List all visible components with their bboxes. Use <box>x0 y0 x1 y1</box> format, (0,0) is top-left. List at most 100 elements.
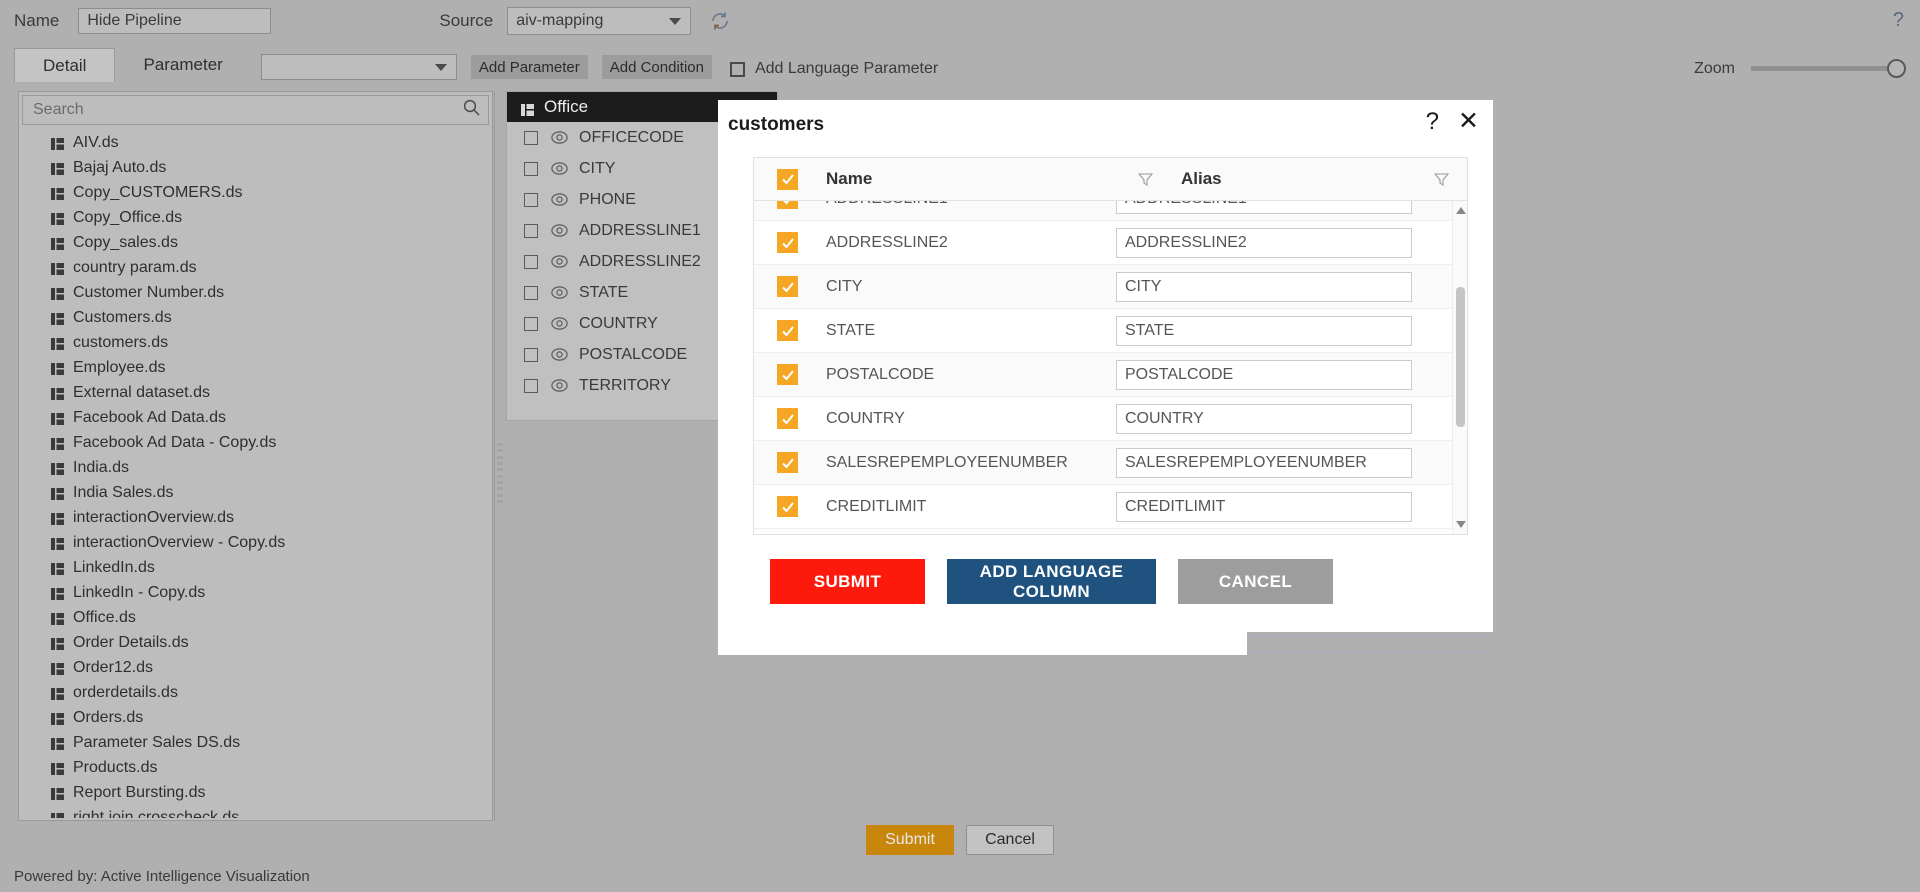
row-checkbox[interactable] <box>777 452 798 473</box>
dataset-file-item[interactable]: Orders.ds <box>19 705 492 730</box>
dataset-file-item[interactable]: India.ds <box>19 455 492 480</box>
dataset-file-item[interactable]: Office.ds <box>19 605 492 630</box>
eye-icon[interactable] <box>551 224 568 237</box>
filter-icon-name[interactable] <box>1137 172 1154 187</box>
table-row[interactable]: COUNTRY <box>754 397 1467 441</box>
page-submit-button[interactable]: Submit <box>866 825 954 855</box>
row-checkbox[interactable] <box>777 201 798 209</box>
dataset-file-item[interactable]: Products.ds <box>19 755 492 780</box>
row-checkbox[interactable] <box>777 232 798 253</box>
row-alias-input[interactable] <box>1116 315 1412 346</box>
table-row[interactable]: POSTALCODE <box>754 353 1467 397</box>
eye-icon[interactable] <box>551 379 568 392</box>
eye-icon[interactable] <box>551 193 568 206</box>
dataset-file-item[interactable]: Order Details.ds <box>19 630 492 655</box>
dataset-file-item[interactable]: Bajaj Auto.ds <box>19 155 492 180</box>
dataset-file-item[interactable]: Copy_CUSTOMERS.ds <box>19 180 492 205</box>
dataset-file-item[interactable]: Facebook Ad Data.ds <box>19 405 492 430</box>
tab-detail[interactable]: Detail <box>14 48 116 82</box>
modal-help-icon[interactable]: ? <box>1426 110 1439 134</box>
scroll-down-icon[interactable] <box>1456 521 1466 528</box>
eye-icon[interactable] <box>551 286 568 299</box>
row-alias-input[interactable] <box>1116 403 1412 434</box>
dataset-file-item[interactable]: AIV.ds <box>19 130 492 155</box>
modal-close-icon[interactable]: ✕ <box>1458 109 1479 134</box>
row-alias-input[interactable] <box>1116 359 1412 390</box>
row-alias-input[interactable] <box>1116 227 1412 258</box>
dataset-file-item[interactable]: External dataset.ds <box>19 380 492 405</box>
office-field-checkbox[interactable] <box>524 130 538 145</box>
office-field-checkbox[interactable] <box>524 161 538 176</box>
dataset-file-item[interactable]: LinkedIn - Copy.ds <box>19 580 492 605</box>
add-language-parameter-row[interactable]: Add Language Parameter <box>729 60 938 78</box>
dataset-file-item[interactable]: Parameter Sales DS.ds <box>19 730 492 755</box>
dataset-file-item[interactable]: Order12.ds <box>19 655 492 680</box>
row-alias-input[interactable] <box>1116 271 1412 302</box>
office-field-checkbox[interactable] <box>524 316 538 331</box>
scroll-up-icon[interactable] <box>1456 207 1466 214</box>
dataset-file-item[interactable]: right join crosscheck.ds <box>19 805 492 818</box>
refresh-icon[interactable] <box>709 10 731 32</box>
office-field-checkbox[interactable] <box>524 285 538 300</box>
eye-icon[interactable] <box>551 255 568 268</box>
add-language-parameter-checkbox[interactable] <box>729 61 745 77</box>
modal-submit-button[interactable]: SUBMIT <box>770 559 925 604</box>
parameter-select[interactable] <box>260 54 457 80</box>
office-field-checkbox[interactable] <box>524 223 538 238</box>
search-icon[interactable] <box>463 99 480 121</box>
office-field-checkbox[interactable] <box>524 347 538 362</box>
dataset-file-item[interactable]: Copy_Office.ds <box>19 205 492 230</box>
source-select[interactable]: aiv-mapping <box>507 7 692 35</box>
help-icon[interactable]: ? <box>1893 9 1904 32</box>
table-row[interactable]: SALESREPEMPLOYEENUMBER <box>754 441 1467 485</box>
row-alias-input[interactable] <box>1116 491 1412 522</box>
add-parameter-button[interactable]: Add Parameter <box>470 55 588 79</box>
select-all-checkbox[interactable] <box>777 168 798 190</box>
search-input[interactable] <box>31 100 463 120</box>
office-field-checkbox[interactable] <box>524 192 538 207</box>
search-box[interactable] <box>22 95 489 125</box>
dataset-file-item[interactable]: Facebook Ad Data - Copy.ds <box>19 430 492 455</box>
row-checkbox[interactable] <box>777 364 798 385</box>
zoom-slider-thumb[interactable] <box>1887 59 1906 78</box>
row-checkbox[interactable] <box>777 496 798 517</box>
dataset-file-item[interactable]: interactionOverview - Copy.ds <box>19 530 492 555</box>
dataset-file-item[interactable]: orderdetails.ds <box>19 680 492 705</box>
dataset-file-item[interactable]: interactionOverview.ds <box>19 505 492 530</box>
dataset-file-list[interactable]: AIV.ds Bajaj Auto.ds Copy_CUSTOMERS.ds Copy… <box>19 128 492 818</box>
dataset-file-item[interactable]: Employee.ds <box>19 355 492 380</box>
zoom-slider-track[interactable] <box>1751 66 1891 71</box>
splitter-grip[interactable] <box>497 443 505 503</box>
table-row[interactable]: STATE <box>754 309 1467 353</box>
table-scrollbar[interactable] <box>1452 201 1467 534</box>
add-language-column-button[interactable]: ADD LANGUAGE COLUMN <box>947 559 1156 604</box>
scrollbar-thumb[interactable] <box>1456 287 1465 427</box>
row-checkbox[interactable] <box>777 320 798 341</box>
table-row[interactable]: ADDRESSLINE2 <box>754 221 1467 265</box>
table-body[interactable]: ADDRESSLINE1 ADDRESSLINE2 CITY STATE POSTALC… <box>754 201 1467 534</box>
dataset-file-item[interactable]: Customer Number.ds <box>19 280 492 305</box>
eye-icon[interactable] <box>551 131 568 144</box>
tab-parameter[interactable]: Parameter <box>115 48 250 82</box>
row-checkbox[interactable] <box>777 276 798 297</box>
office-field-checkbox[interactable] <box>524 378 538 393</box>
eye-icon[interactable] <box>551 348 568 361</box>
eye-icon[interactable] <box>551 317 568 330</box>
table-row[interactable]: ADDRESSLINE1 <box>754 201 1467 221</box>
dataset-file-item[interactable]: India Sales.ds <box>19 480 492 505</box>
dataset-file-item[interactable]: LinkedIn.ds <box>19 555 492 580</box>
table-row[interactable]: CITY <box>754 265 1467 309</box>
eye-icon[interactable] <box>551 162 568 175</box>
table-row[interactable]: CREDITLIMIT <box>754 485 1467 529</box>
filter-icon-alias[interactable] <box>1433 172 1450 187</box>
office-field-checkbox[interactable] <box>524 254 538 269</box>
row-alias-input[interactable] <box>1116 201 1412 214</box>
panel-splitter[interactable] <box>494 91 506 821</box>
dataset-file-item[interactable]: country param.ds <box>19 255 492 280</box>
dataset-file-item[interactable]: Customers.ds <box>19 305 492 330</box>
row-alias-input[interactable] <box>1116 447 1412 478</box>
modal-cancel-button[interactable]: CANCEL <box>1178 559 1333 604</box>
row-checkbox[interactable] <box>777 408 798 429</box>
page-cancel-button[interactable]: Cancel <box>966 825 1054 855</box>
add-condition-button[interactable]: Add Condition <box>601 55 712 79</box>
